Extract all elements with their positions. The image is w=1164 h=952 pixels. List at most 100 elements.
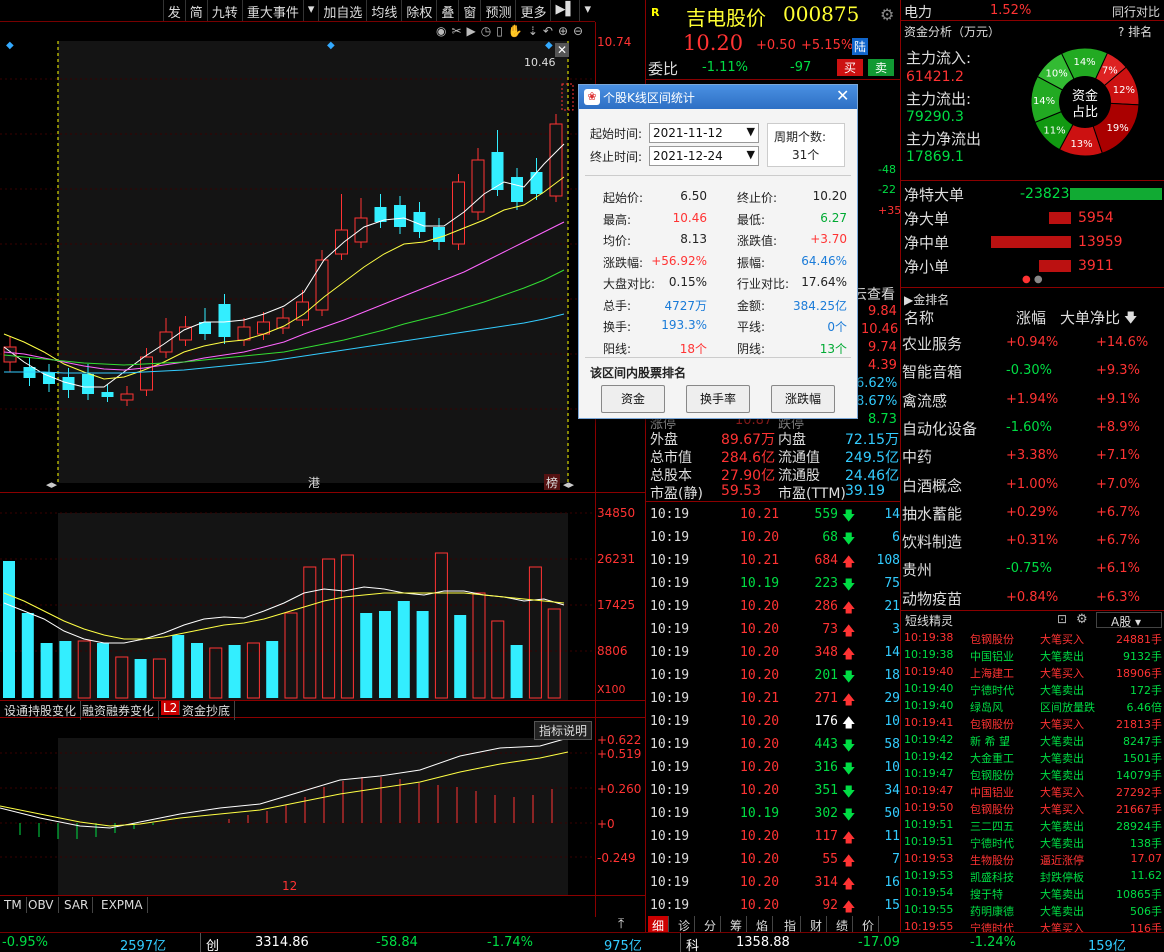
end-date-picker[interactable]: 2021-12-24 ▼ bbox=[649, 146, 759, 166]
tick-volume: 92 bbox=[822, 898, 838, 913]
tab-indicator[interactable]: TM bbox=[0, 897, 27, 913]
sprite-amount: 11.62 bbox=[1130, 869, 1163, 882]
tab-indicator[interactable]: OBV bbox=[24, 897, 59, 913]
toolbar-item[interactable]: 预测 bbox=[480, 0, 515, 21]
concept-row[interactable]: 智能音箱 -0.30% +9.3% bbox=[900, 356, 1140, 384]
rank-change-button[interactable]: 涨跌幅 bbox=[771, 385, 835, 413]
toolbar-item[interactable]: 九转 bbox=[206, 0, 242, 21]
kline-ylabel-top: 10.74 bbox=[597, 35, 632, 49]
tick-time: 10:19 bbox=[650, 622, 690, 637]
tick-volume: 302 bbox=[814, 806, 838, 821]
tick-price: 10.21 bbox=[740, 553, 780, 568]
tick-count: 11 bbox=[884, 829, 900, 844]
tick-row: 10:19 10.21 271 🡅 29 bbox=[648, 687, 900, 710]
sprite-row[interactable]: 10:19:40 上海建工 大笔买入 18906手 bbox=[900, 663, 1164, 680]
concept-row[interactable]: 动物疫苗 +0.84% +6.3% bbox=[900, 583, 1140, 611]
pie-label: 7% bbox=[1102, 65, 1118, 76]
concept-name: 贵州 bbox=[902, 561, 933, 580]
gear-icon[interactable]: ⚙ bbox=[880, 5, 894, 24]
sprite-row[interactable]: 10:19:47 包钢股份 大笔卖出 14079手 bbox=[900, 765, 1164, 782]
index-label-chuang[interactable]: 创 bbox=[206, 935, 219, 952]
weibi-value: -1.11% bbox=[702, 60, 748, 75]
peer-compare-link[interactable]: 同行对比 bbox=[1112, 3, 1160, 20]
volume-bar bbox=[134, 659, 147, 698]
start-date-picker[interactable]: 2021-11-12 ▼ bbox=[649, 123, 759, 143]
sprite-row[interactable]: 10:19:42 大金重工 大笔卖出 1501手 bbox=[900, 748, 1164, 765]
close-icon[interactable]: ✕ bbox=[555, 43, 569, 57]
tab-indicator[interactable]: SAR bbox=[60, 897, 94, 913]
toolbar-item[interactable]: 简 bbox=[184, 0, 207, 21]
indicator-help-button[interactable]: 指标说明 bbox=[534, 721, 593, 740]
sprite-row[interactable]: 10:19:41 包钢股份 大笔买入 21813手 bbox=[900, 714, 1164, 731]
page-dots[interactable]: ● ● bbox=[1022, 274, 1043, 285]
sprite-event: 大笔卖出 bbox=[1040, 888, 1084, 901]
sprite-row[interactable]: 10:19:38 中国铝业 大笔卖出 9132手 bbox=[900, 646, 1164, 663]
macd-ylabel: +0.260 bbox=[597, 782, 642, 796]
macd-chart: 12 bbox=[0, 737, 595, 895]
fund-bar-label: 净特大单 bbox=[904, 186, 965, 204]
sprite-row[interactable]: 10:19:53 凯盛科技 封跌停板 11.62 bbox=[900, 867, 1164, 884]
tick-volume: 201 bbox=[814, 668, 838, 683]
sprite-time: 10:19:42 bbox=[904, 750, 954, 763]
toolbar-item[interactable]: 更多 bbox=[515, 0, 550, 21]
rank-turnover-button[interactable]: 换手率 bbox=[686, 385, 750, 413]
sprite-row[interactable]: 10:19:50 包钢股份 大笔买入 21667手 bbox=[900, 799, 1164, 816]
sprite-row[interactable]: 10:19:42 新 希 望 大笔卖出 8247手 bbox=[900, 731, 1164, 748]
col-pct[interactable]: 涨幅 bbox=[1016, 307, 1046, 328]
sprite-row[interactable]: 10:19:54 搜于特 大笔卖出 10865手 bbox=[900, 884, 1164, 901]
rank-link[interactable]: ? 排名 bbox=[1118, 23, 1152, 40]
toolbar-item[interactable]: 叠 bbox=[436, 0, 458, 21]
gear-icon[interactable]: ⚙ bbox=[1076, 612, 1088, 627]
col-name[interactable]: 名称 bbox=[904, 307, 934, 328]
sell-button[interactable]: 卖 bbox=[868, 59, 894, 76]
index-label-ke[interactable]: 科 bbox=[686, 935, 699, 952]
concept-row[interactable]: 中药 +3.38% +7.1% bbox=[900, 441, 1140, 469]
toolbar-item[interactable]: 发 bbox=[162, 0, 185, 21]
r-marker: R bbox=[651, 6, 660, 19]
sprite-row[interactable]: 10:19:55 药明康德 大笔卖出 506手 bbox=[900, 901, 1164, 918]
cloud-view-link[interactable]: 云查看 bbox=[853, 284, 895, 304]
concept-row[interactable]: 农业服务 +0.94% +14.6% bbox=[900, 328, 1148, 356]
sprite-row[interactable]: 10:19:51 宁德时代 大笔卖出 138手 bbox=[900, 833, 1164, 850]
concept-bignet: +14.6% bbox=[1096, 335, 1149, 350]
chart-icon[interactable]: ⊡ bbox=[1057, 612, 1067, 626]
volume-chart bbox=[0, 512, 595, 700]
market-select[interactable]: A股 ▾ bbox=[1096, 612, 1162, 629]
sprite-row[interactable]: 10:19:47 中国铝业 大笔买入 27292手 bbox=[900, 782, 1164, 799]
concept-bignet: +7.1% bbox=[1096, 448, 1140, 464]
sprite-row[interactable]: 10:19:40 绿岛风 区间放量跌 6.46倍 bbox=[900, 697, 1164, 714]
concept-row[interactable]: 饮料制造 +0.31% +6.7% bbox=[900, 526, 1140, 554]
sprite-row[interactable]: 10:19:40 宁德时代 大笔卖出 172手 bbox=[900, 680, 1164, 697]
concept-row[interactable]: 自动化设备 -1.60% +8.9% bbox=[900, 413, 1140, 441]
volume-bar bbox=[97, 643, 109, 698]
toolbar-item[interactable]: 重大事件 bbox=[241, 0, 303, 21]
toolbar-item[interactable]: 除权 bbox=[401, 0, 436, 21]
concept-row[interactable]: 贵州 -0.75% +6.1% bbox=[900, 554, 1140, 582]
scroll-top-icon[interactable]: ⤒ bbox=[618, 916, 624, 932]
col-bignet[interactable]: 大单净比 bbox=[1060, 307, 1120, 328]
toolbar-item[interactable]: 均线 bbox=[366, 0, 401, 21]
sprite-row[interactable]: 10:19:51 三二四五 大笔卖出 28924手 bbox=[900, 816, 1164, 833]
sprite-stock: 绿岛风 bbox=[970, 701, 1003, 714]
concept-row[interactable]: 抽水蓄能 +0.29% +6.7% bbox=[900, 498, 1140, 526]
close-icon[interactable]: ✕ bbox=[836, 86, 849, 105]
toolbar-item[interactable]: 加自选 bbox=[318, 0, 366, 21]
play-icon[interactable]: ▶▌ bbox=[550, 0, 579, 21]
sprite-amount: 18906手 bbox=[1116, 667, 1162, 680]
tab-indicator[interactable]: EXPMA bbox=[97, 897, 148, 913]
dropdown-arrow-icon[interactable]: ▾ bbox=[579, 0, 595, 21]
candle bbox=[3, 336, 17, 372]
rank-fund-button[interactable]: 资金 bbox=[601, 385, 665, 413]
stock-price: 10.20 bbox=[683, 31, 744, 55]
sprite-row[interactable]: 10:19:38 包钢股份 大笔买入 24881手 bbox=[900, 629, 1164, 646]
toolbar-item[interactable]: 窗 bbox=[458, 0, 480, 21]
dropdown-arrow-icon[interactable]: ▾ bbox=[302, 0, 319, 21]
sprite-row[interactable]: 10:19:53 生物股份 逼近涨停 17.07 bbox=[900, 850, 1164, 867]
tick-count: 29 bbox=[884, 691, 900, 706]
high-price-tag: 10.46 bbox=[524, 56, 556, 69]
concept-row[interactable]: 禽流感 +1.94% +9.1% bbox=[900, 385, 1140, 413]
tick-time: 10:19 bbox=[650, 852, 690, 867]
concept-row[interactable]: 白酒概念 +1.00% +7.0% bbox=[900, 470, 1140, 498]
tick-volume: 55 bbox=[822, 852, 838, 867]
buy-button[interactable]: 买 bbox=[837, 59, 863, 76]
